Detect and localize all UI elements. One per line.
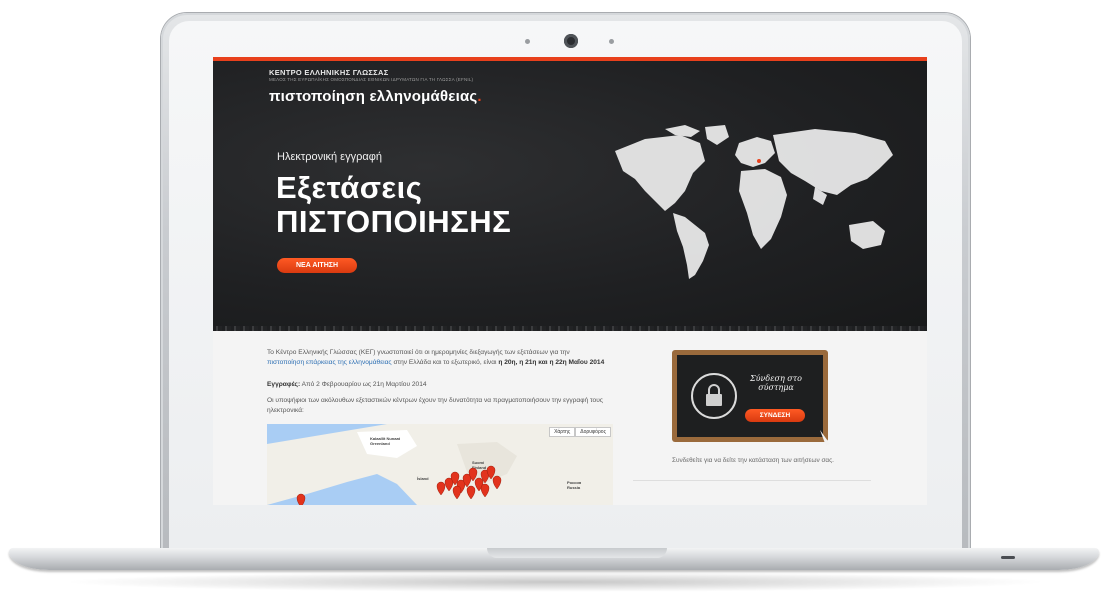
site-logo-title[interactable]: πιστοποίηση ελληνομάθειας. — [269, 88, 482, 105]
login-panel: Σύνδεση στο σύστημα ΣΥΝΔΕΣΗ — [670, 348, 832, 448]
indicator-light-left — [525, 39, 530, 44]
map-markers — [296, 465, 502, 505]
world-map-illustration — [615, 125, 893, 279]
laptop-base-notch — [487, 548, 667, 558]
hero-heading: Εξετάσεις ΠΙΣΤΟΠΟΙΗΣΗΣ — [276, 171, 511, 239]
hero-subtitle: Ηλεκτρονική εγγραφή — [277, 151, 382, 163]
power-indicator-icon — [1001, 556, 1015, 559]
greece-marker — [757, 159, 761, 163]
hero-banner: ΚΕΝΤΡΟ ΕΛΛΗΝΙΚΗΣ ΓΛΩΣΣΑΣ ΜΕΛΟΣ ΤΗΣ ΕΥΡΩΠ… — [213, 61, 927, 326]
exam-dates: η 20η, η 21η και η 22η Μαΐου 2014 — [498, 358, 605, 366]
intro-paragraph: Το Κέντρο Ελληνικής Γλώσσας (ΚΕΓ) γνωστο… — [267, 349, 605, 366]
login-caption: Συνδεθείτε για να δείτε την κατάσταση τω… — [672, 457, 834, 464]
new-application-button[interactable]: ΝΕΑ ΑΙΤΗΣΗ — [277, 258, 357, 273]
chalkboard-illustration — [672, 350, 830, 446]
hero-heading-line2: ΠΙΣΤΟΠΟΙΗΣΗΣ — [276, 204, 512, 239]
laptop-shadow — [60, 572, 1050, 592]
org-name: ΚΕΝΤΡΟ ΕΛΛΗΝΙΚΗΣ ΓΛΩΣΣΑΣ — [269, 68, 389, 77]
exam-centers-map[interactable]: Χάρτης Δορυφόρος Kalaallit Nunaat Greenl… — [267, 424, 613, 505]
map-pin — [466, 485, 476, 500]
map-pin — [452, 485, 462, 500]
login-button[interactable]: ΣΥΝΔΕΣΗ — [745, 409, 805, 422]
laptop-screen: ΚΕΝΤΡΟ ΕΛΛΗΝΙΚΗΣ ΓΛΩΣΣΑΣ ΜΕΛΟΣ ΤΗΣ ΕΥΡΩΠ… — [213, 57, 927, 505]
camera-icon — [564, 34, 578, 48]
map-pin — [436, 481, 446, 496]
registrations-line: Εγγραφές: Από 2 Φεβρουαρίου ως 21η Μαρτί… — [267, 381, 427, 388]
laptop-base — [9, 548, 1099, 570]
sidebar-divider — [633, 480, 871, 481]
candidates-paragraph: Οι υποψήφιοι των ακόλουθων εξεταστικών κ… — [267, 397, 603, 414]
map-pin — [296, 493, 306, 505]
map-pin — [492, 475, 502, 490]
certification-link[interactable]: πιστοποίηση επάρκειας της ελληνομάθειας — [267, 359, 392, 366]
map-pin — [480, 483, 490, 498]
hero-heading-line1: Εξετάσεις — [276, 170, 423, 205]
main-content: Το Κέντρο Ελληνικής Γλώσσας (ΚΕΓ) γνωστο… — [213, 326, 927, 505]
chalk-edge-divider — [213, 326, 927, 331]
login-chalk-text: Σύνδεση στο σύστημα — [750, 374, 802, 392]
org-subtitle: ΜΕΛΟΣ ΤΗΣ ΕΥΡΩΠΑΪΚΗΣ ΟΜΟΣΠΟΝΔΙΑΣ ΕΘΝΙΚΩΝ… — [269, 77, 474, 82]
indicator-light-right — [609, 39, 614, 44]
